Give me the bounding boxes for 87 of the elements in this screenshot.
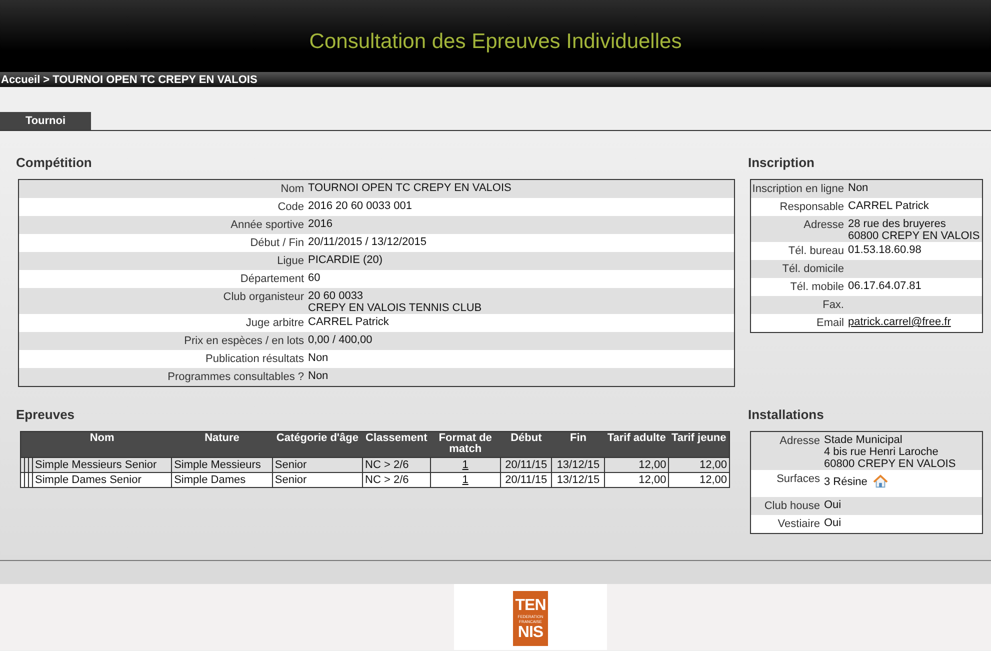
field-value: CREPY EN VALOIS TENNIS CLUB (308, 302, 482, 314)
field-value: 60800 CREPY EN VALOIS (824, 458, 956, 470)
field-value: 01.53.18.60.98 (848, 244, 922, 256)
field-value: TOURNOI OPEN TC CREPY EN VALOIS (308, 182, 512, 194)
table-cell: Senior (272, 458, 363, 472)
match-format-link[interactable]: 1 (462, 459, 468, 471)
column-header: Catégorie d'âge (272, 432, 363, 458)
field-value: 60800 CREPY EN VALOIS (848, 230, 980, 242)
section-heading: Epreuves (16, 407, 76, 422)
field-value: Oui (824, 499, 842, 511)
field-value: Stade Municipal (824, 434, 904, 446)
field-label: Prix en espèces / en lots (183, 334, 305, 349)
table-cell: 12,00 (604, 472, 669, 488)
section-heading: Installations (748, 407, 825, 422)
field-value: 4 bis rue Henri Laroche (824, 446, 940, 458)
field-label: Programmes consultables ? (166, 370, 305, 385)
column-header: Tarif adulte (604, 432, 669, 458)
field-label: Année sportive (230, 218, 305, 233)
logo-text: NIS (518, 624, 544, 640)
field-value: 3 Résine (824, 476, 868, 488)
field-label: Publication résultats (204, 352, 305, 367)
field-value: 2016 20 60 0033 001 (308, 200, 412, 212)
column-header: Format de match (430, 432, 500, 458)
field-label: Tél. mobile (789, 280, 845, 295)
table-cell: NC > 2/6 (362, 458, 430, 472)
field-value: 20/11/2015 / 13/12/2015 (308, 236, 426, 248)
field-value: Oui (824, 517, 842, 529)
breadcrumb-separator: > (43, 74, 50, 86)
field-value: Non (308, 370, 328, 382)
field-value: 06.17.64.07.81 (848, 280, 922, 292)
field-value: 60 (308, 272, 320, 284)
table-cell: 12,00 (604, 458, 669, 472)
section-heading: Compétition (16, 155, 93, 170)
table-cell: 12,00 (668, 458, 730, 472)
table-cell: Simple Messieurs (172, 458, 272, 472)
section-heading: Inscription (748, 155, 816, 170)
breadcrumb-link[interactable]: Accueil (1, 74, 40, 86)
column-header: Tarif jeune (668, 432, 730, 458)
field-value: Non (848, 182, 868, 194)
field-label: Surfaces (776, 472, 821, 487)
field-label: Club house (763, 499, 821, 514)
field-value: 0,00 / 400,00 (308, 334, 372, 346)
field-label: Tél. bureau (787, 244, 845, 259)
field-label: Email (815, 316, 845, 331)
column-header: Fin (552, 432, 604, 458)
field-value: CARREL Patrick (308, 316, 389, 328)
field-label: Nom (280, 182, 305, 197)
column-header: Classement (362, 432, 430, 458)
email-link[interactable]: patrick.carrel@free.fr (848, 316, 951, 328)
page-title: Consultation des Epreuves Individuelles (309, 30, 682, 54)
field-label: Vestiaire (776, 517, 821, 532)
table-cell: Senior (272, 472, 363, 488)
table-cell: Simple Dames Senior (32, 472, 172, 488)
field-value: 28 rue des bruyeres (848, 218, 947, 230)
table-cell: Simple Messieurs Senior (32, 458, 172, 472)
field-label: Début / Fin (249, 236, 305, 251)
field-label: Fax. (822, 298, 845, 313)
field-value: 2016 (308, 218, 332, 230)
field-label: Inscription en ligne (751, 182, 845, 197)
column-header: Début (500, 432, 552, 458)
table-cell: 20/11/15 (500, 472, 552, 488)
house-icon[interactable] (873, 474, 888, 489)
table-cell: 20/11/15 (500, 458, 552, 472)
column-header: Nature (172, 432, 272, 458)
field-value: PICARDIE (20) (308, 254, 383, 266)
logo-text: TEN (515, 596, 546, 614)
field-label: Département (239, 272, 305, 287)
table-cell: 13/12/15 (552, 472, 604, 488)
field-label: Club organisteur (222, 290, 305, 305)
tab[interactable]: Tournoi (0, 112, 91, 130)
field-label: Tél. domicile (781, 262, 845, 277)
breadcrumb-current: TOURNOI OPEN TC CREPY EN VALOIS (52, 74, 258, 86)
column-header: Nom (32, 432, 172, 458)
field-label: Adresse (802, 218, 845, 233)
field-label: Juge arbitre (244, 316, 305, 331)
table-cell: 12,00 (668, 472, 730, 488)
table-cell: NC > 2/6 (362, 472, 430, 488)
field-label: Code (276, 200, 305, 215)
field-label: Responsable (778, 200, 845, 215)
field-value: 20 60 0033 (308, 290, 364, 302)
field-label: Ligue (276, 254, 305, 269)
match-format-link[interactable]: 1 (462, 474, 468, 486)
table-cell: Simple Dames (172, 472, 272, 488)
field-value: Non (308, 352, 328, 364)
field-value: CARREL Patrick (848, 200, 929, 212)
table-cell: 13/12/15 (552, 458, 604, 472)
field-label: Adresse (778, 434, 821, 449)
